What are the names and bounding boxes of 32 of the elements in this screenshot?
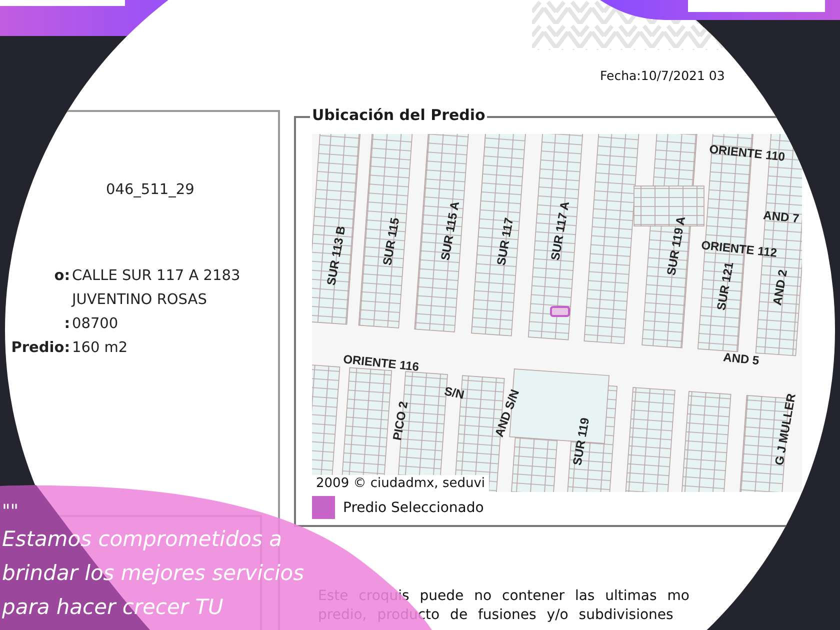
street-label: SUR 113 B (324, 224, 348, 286)
street-label: SUR 115 A (438, 200, 462, 262)
map-attribution: 2009 © ciudadmx, seduvi (312, 475, 490, 492)
street-label: SUR 121 (714, 261, 736, 312)
street-label: SUR 117 (494, 216, 516, 266)
street-label: ORIENTE 110 (708, 142, 786, 164)
street-label: G J MULLER (772, 392, 798, 466)
field-value: JUVENTINO ROSAS (72, 292, 207, 308)
selected-lot (550, 306, 570, 317)
street-label: ORIENTE 116 (342, 352, 420, 374)
field-label: Predio: (10, 340, 71, 356)
street-label: SUR 119 (570, 416, 592, 466)
field-label: o: (53, 268, 71, 284)
street-label: AND 5 (722, 350, 760, 368)
street-label: PICO 2 (390, 400, 411, 442)
field-value: CALLE SUR 117 A 2183 (72, 268, 240, 284)
street-label: S/N (443, 384, 466, 402)
street-label: SUR 117 A (548, 200, 572, 262)
street-label: AND 2 (770, 268, 790, 306)
legend-label: Predio Seleccionado (343, 500, 484, 516)
field-label: : (63, 316, 71, 332)
field-value: 160 m2 (72, 340, 128, 356)
date-text: Fecha:10/7/2021 03 (600, 68, 725, 83)
street-label: AND S/N (492, 388, 522, 439)
street-label: ORIENTE 112 (700, 238, 778, 260)
street-label: SUR 115 (380, 216, 402, 266)
street-label: AND 7 (762, 208, 800, 226)
account-number: 046_511_29 (106, 182, 196, 198)
field-value: 08700 (72, 316, 118, 332)
street-label: SUR 119 A (664, 215, 688, 276)
quote-mark: "" (2, 502, 20, 522)
legend-swatch (312, 496, 335, 519)
